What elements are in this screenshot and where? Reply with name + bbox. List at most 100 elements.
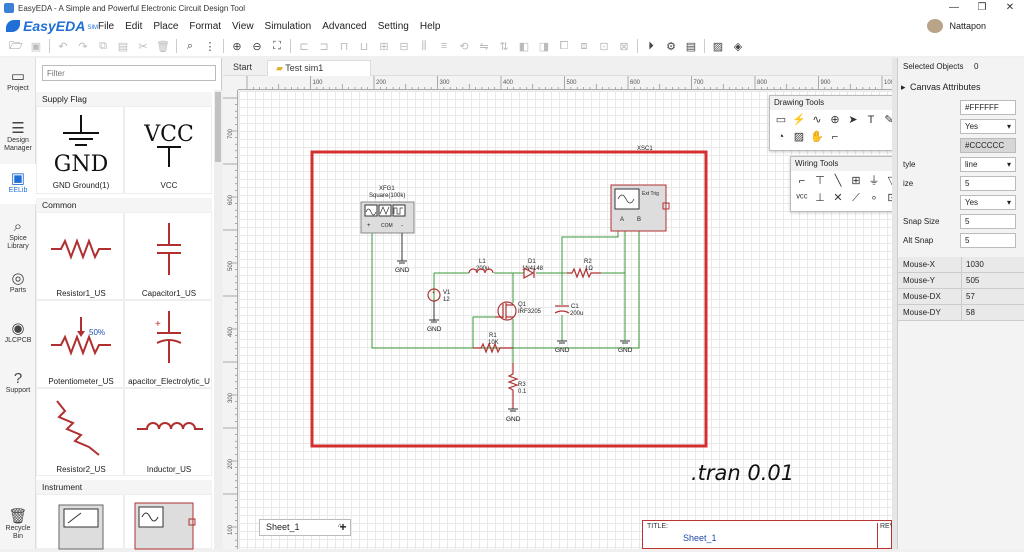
flip-v-icon[interactable]: ⇅ xyxy=(494,38,514,54)
drawing-tool-0-icon[interactable]: ▭ xyxy=(772,112,790,129)
voltage-source-v1[interactable]: + V1 12 xyxy=(427,288,451,303)
drawing-tool-11-icon[interactable]: ▨ xyxy=(790,129,808,146)
bg-color-field[interactable]: #FFFFFF xyxy=(960,100,1016,115)
minimize-icon[interactable]: — xyxy=(940,0,968,16)
menu-setting[interactable]: Setting xyxy=(378,21,409,32)
send-back-icon[interactable]: ◨ xyxy=(534,38,554,54)
scrollbar-thumb[interactable] xyxy=(215,92,221,162)
drawing-tool-13-icon[interactable]: ⌐ xyxy=(826,129,844,146)
grid-color-field[interactable]: #CCCCCC xyxy=(960,138,1016,153)
function-generator-xfg1[interactable]: XFG1 Square(100k) + COM - xyxy=(360,186,415,234)
resistor-r2[interactable]: R2 1Ω xyxy=(567,259,601,279)
rotate-icon[interactable]: ⟲ xyxy=(454,38,474,54)
lib-item-capacitor-electrolytic[interactable]: + apacitor_Electrolytic_U xyxy=(124,300,212,388)
image-icon[interactable]: ▨ xyxy=(708,38,728,54)
fit-icon[interactable]: ⛶ xyxy=(267,38,287,54)
restore-icon[interactable]: ❐ xyxy=(968,0,996,16)
align-left-icon[interactable]: ⊏ xyxy=(294,38,314,54)
diode-d1[interactable]: D1 1N4148 xyxy=(522,259,544,280)
wiring-tool-10-icon[interactable]: ⟋ xyxy=(847,190,865,207)
delete-icon[interactable]: 🗑 xyxy=(153,38,173,54)
drawing-tool-10-icon[interactable]: ◔ xyxy=(772,129,790,146)
nav-design-manager[interactable]: ☰ Design Manager xyxy=(0,120,36,153)
drawing-tool-2-icon[interactable]: ∿ xyxy=(808,112,826,129)
align-center-icon[interactable]: ⊞ xyxy=(374,38,394,54)
bring-front-icon[interactable]: ◧ xyxy=(514,38,534,54)
layers-icon[interactable]: ◈ xyxy=(728,38,748,54)
nav-project[interactable]: ▭ Project xyxy=(0,68,36,93)
drawing-tool-4-icon[interactable]: ➤ xyxy=(844,112,862,129)
lib-item-resistor1[interactable]: Resistor1_US xyxy=(36,212,124,300)
align-middle-icon[interactable]: ⊟ xyxy=(394,38,414,54)
flip-h-icon[interactable]: ⇋ xyxy=(474,38,494,54)
snap-size-field[interactable]: 5 xyxy=(960,214,1016,229)
grid-visible-select[interactable]: Yes xyxy=(960,119,1016,134)
zoom-in-icon[interactable]: ⊕ xyxy=(227,38,247,54)
open-folder-icon[interactable]: 🗁 xyxy=(6,38,26,54)
menu-simulation[interactable]: Simulation xyxy=(265,21,312,32)
nav-support[interactable]: ? Support xyxy=(0,370,36,395)
netlist-icon[interactable]: ▤ xyxy=(681,38,701,54)
menu-place[interactable]: Place xyxy=(153,21,178,32)
wiring-tool-8-icon[interactable]: ⊥ xyxy=(811,190,829,207)
redo-icon[interactable]: ↷ xyxy=(73,38,93,54)
capacitor-c1[interactable]: C1 200u xyxy=(554,304,583,317)
align-right-icon[interactable]: ⊐ xyxy=(314,38,334,54)
grid-style-select[interactable]: line xyxy=(960,157,1016,172)
menu-advanced[interactable]: Advanced xyxy=(322,21,366,32)
nav-spice-library[interactable]: ⌕ Spice Library xyxy=(0,218,36,251)
add-sheet-button[interactable]: + xyxy=(336,520,350,535)
cut-icon[interactable]: ✂ xyxy=(133,38,153,54)
nav-recycle-bin[interactable]: 🗑 Recycle Bin xyxy=(0,508,36,541)
lib-item-gnd[interactable]: GND GND Ground(1) xyxy=(36,106,124,194)
settings-icon[interactable]: ⚙ xyxy=(661,38,681,54)
lib-item-potentiometer[interactable]: 50% Potentiometer_US xyxy=(36,300,124,388)
alt-snap-field[interactable]: 5 xyxy=(960,233,1016,248)
user-menu[interactable]: Nattapon xyxy=(927,19,986,33)
tran-directive[interactable]: .tran 0.01 xyxy=(691,461,794,485)
group-icon[interactable]: ⧠ xyxy=(554,38,574,54)
wiring-tool-7-icon[interactable]: ᵛᶜᶜ xyxy=(793,190,811,207)
inductor-l1[interactable]: L1 200u xyxy=(468,259,494,274)
drawing-tool-3-icon[interactable]: ⊕ xyxy=(826,112,844,129)
canvas-attributes-header[interactable]: ▸ Canvas Attributes xyxy=(898,80,1024,96)
resistor-r3[interactable]: R3 0.1 xyxy=(507,363,527,409)
undo-icon[interactable]: ↶ xyxy=(53,38,73,54)
lib-item-inductor[interactable]: Inductor_US xyxy=(124,388,212,476)
resistor-r1[interactable]: R1 10K xyxy=(473,333,513,354)
menu-view[interactable]: View xyxy=(232,21,254,32)
nav-eelib[interactable]: ▣ EELib xyxy=(0,164,36,204)
wiring-tool-1-icon[interactable]: ⊤ xyxy=(811,173,829,190)
library-scrollbar[interactable] xyxy=(214,90,222,549)
run-simulation-icon[interactable]: ⏵ xyxy=(641,38,661,54)
grid-size-field[interactable]: 5 xyxy=(960,176,1016,191)
ungroup-icon[interactable]: ⧈ xyxy=(574,38,594,54)
align-top-icon[interactable]: ⊓ xyxy=(334,38,354,54)
close-icon[interactable]: ✕ xyxy=(996,0,1024,16)
paste-icon[interactable]: ▤ xyxy=(113,38,133,54)
wiring-tool-9-icon[interactable]: ✕ xyxy=(829,190,847,207)
distribute-h-icon[interactable]: ⫼ xyxy=(414,38,434,54)
wiring-tool-3-icon[interactable]: ⊞ xyxy=(847,173,865,190)
pan-icon[interactable]: ⋮ xyxy=(200,38,220,54)
snap-select[interactable]: Yes xyxy=(960,195,1016,210)
copy-icon[interactable]: ⧉ xyxy=(93,38,113,54)
lib-item-resistor2[interactable]: Resistor2_US xyxy=(36,388,124,476)
zoom-out-icon[interactable]: ⊖ xyxy=(247,38,267,54)
drawing-tool-1-icon[interactable]: ⚡ xyxy=(790,112,808,129)
menu-edit[interactable]: Edit xyxy=(125,21,142,32)
wiring-tool-11-icon[interactable]: ∘ xyxy=(865,190,883,207)
nav-jlcpcb[interactable]: ◉ JLCPCB xyxy=(0,320,36,345)
menu-format[interactable]: Format xyxy=(189,21,221,32)
drawing-tool-5-icon[interactable]: T xyxy=(862,112,880,129)
wiring-tool-0-icon[interactable]: ⌐ xyxy=(793,173,811,190)
wiring-tool-2-icon[interactable]: ╲ xyxy=(829,173,847,190)
wiring-tool-4-icon[interactable]: ⏚ xyxy=(865,173,883,190)
lib-item-multimeter[interactable] xyxy=(36,494,124,550)
find-icon[interactable]: ⌕ xyxy=(180,38,200,54)
nav-parts[interactable]: ◎ Parts xyxy=(0,270,36,295)
align-bottom-icon[interactable]: ⊔ xyxy=(354,38,374,54)
unlock-icon[interactable]: ⊠ xyxy=(614,38,634,54)
save-icon[interactable]: ▣ xyxy=(26,38,46,54)
distribute-v-icon[interactable]: ≡ xyxy=(434,38,454,54)
